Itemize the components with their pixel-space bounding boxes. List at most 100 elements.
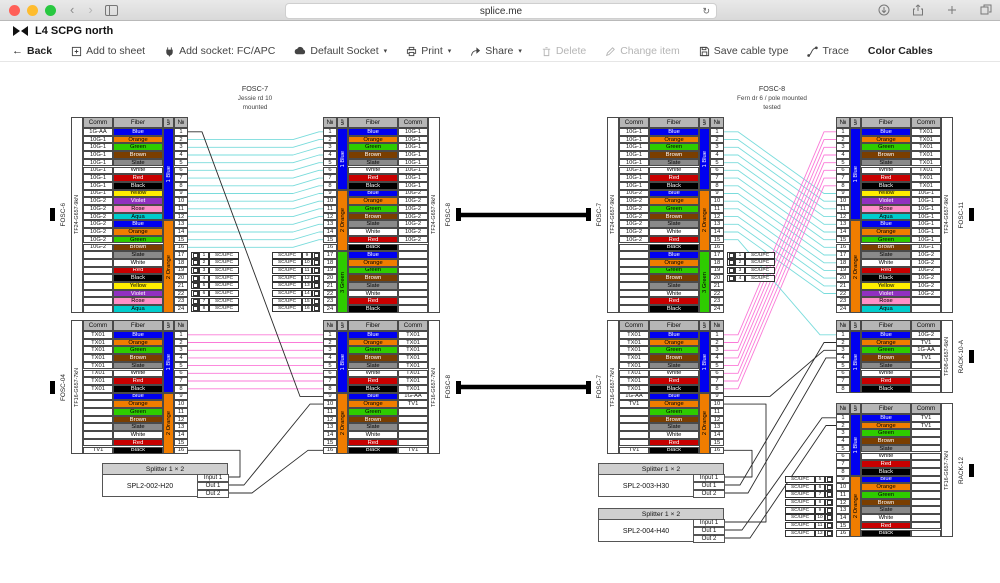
socket-type-label[interactable]: SC/UPC (785, 499, 815, 506)
fiber-cell[interactable]: Orange (113, 136, 163, 144)
fiber-cell[interactable]: Green (861, 236, 911, 244)
socket-icon[interactable] (191, 298, 199, 305)
socket-number[interactable]: 6 (815, 484, 825, 491)
fiber-connection[interactable] (188, 209, 323, 217)
fiber-cell[interactable]: White (348, 167, 398, 175)
fiber-cell[interactable]: Brown (649, 416, 699, 424)
fiber-cell[interactable]: Slate (861, 159, 911, 167)
comm-cell[interactable] (911, 453, 941, 461)
comm-cell[interactable]: 10G-2 (911, 282, 941, 290)
fiber-cell[interactable]: Green (348, 143, 398, 151)
fiber-cell[interactable]: Blue (861, 476, 911, 484)
socket-icon[interactable] (312, 282, 320, 289)
fiber-cell[interactable]: Brown (348, 416, 398, 424)
socket-icon[interactable] (825, 514, 833, 521)
comm-cell[interactable]: 10G-1 (83, 167, 113, 175)
comm-cell[interactable] (911, 491, 941, 499)
comm-cell[interactable]: 10G-1 (619, 136, 649, 144)
comm-cell[interactable]: TX01 (83, 370, 113, 378)
socket-number[interactable]: 11 (302, 267, 312, 274)
comm-cell[interactable] (83, 267, 113, 275)
fiber-cell[interactable]: Black (113, 447, 163, 455)
fiber-cell[interactable]: Blue (649, 190, 699, 198)
comm-cell[interactable]: TX01 (398, 370, 428, 378)
fiber-cell[interactable]: Black (113, 182, 163, 190)
comm-cell[interactable] (83, 251, 113, 259)
fiber-cell[interactable]: Black (113, 274, 163, 282)
comm-cell[interactable]: 10G-2 (911, 259, 941, 267)
socket-number[interactable]: 5 (815, 476, 825, 483)
fiber-cell[interactable]: Brown (649, 151, 699, 159)
fiber-cell[interactable]: Brown (348, 213, 398, 221)
fiber-cell[interactable]: Brown (113, 244, 163, 252)
browser-back-button[interactable]: ‹ (70, 0, 74, 20)
fiber-cell[interactable]: Green (348, 205, 398, 213)
comm-cell[interactable] (911, 522, 941, 530)
comm-cell[interactable]: TX01 (83, 362, 113, 370)
new-tab-icon[interactable] (946, 4, 958, 16)
fiber-cell[interactable]: Brown (113, 151, 163, 159)
comm-cell[interactable]: TX01 (83, 385, 113, 393)
fiber-cell[interactable]: Brown (348, 354, 398, 362)
comm-cell[interactable] (619, 244, 649, 252)
comm-cell[interactable]: 10G-1 (911, 228, 941, 236)
socket-icon[interactable] (191, 290, 199, 297)
socket-number[interactable]: 15 (302, 298, 312, 305)
comm-cell[interactable] (619, 259, 649, 267)
fiber-cell[interactable]: Slate (649, 362, 699, 370)
fiber-cell[interactable]: Brown (861, 354, 911, 362)
fiber-cell[interactable]: Black (348, 244, 398, 252)
comm-cell[interactable]: TX01 (619, 339, 649, 347)
trace-button[interactable]: Trace (807, 45, 848, 57)
socket-number[interactable]: 12 (302, 275, 312, 282)
comm-cell[interactable]: 10G-2 (619, 220, 649, 228)
comm-cell[interactable] (398, 251, 428, 259)
fiber-cell[interactable]: Red (861, 522, 911, 530)
comm-cell[interactable]: TV1 (911, 354, 941, 362)
fiber-cell[interactable]: Blue (861, 220, 911, 228)
comm-cell[interactable]: 10G-1 (619, 143, 649, 151)
comm-cell[interactable]: 10G-2 (83, 236, 113, 244)
comm-cell[interactable]: 10G-1 (398, 128, 428, 136)
splitter-port-out-2[interactable]: Out 2 (693, 535, 725, 543)
fiber-cell[interactable]: Blue (348, 190, 398, 198)
socket-number[interactable]: 14 (302, 290, 312, 297)
comm-cell[interactable]: TX01 (619, 370, 649, 378)
socket-icon[interactable] (312, 275, 320, 282)
fiber-cell[interactable]: Red (113, 267, 163, 275)
comm-cell[interactable]: TV1 (911, 339, 941, 347)
comm-cell[interactable]: 10G-1 (83, 151, 113, 159)
fiber-cell[interactable]: Red (649, 236, 699, 244)
comm-cell[interactable] (911, 514, 941, 522)
share-button[interactable]: Share▾ (470, 45, 522, 57)
fiber-cell[interactable]: Green (348, 346, 398, 354)
comm-cell[interactable] (398, 297, 428, 305)
comm-cell[interactable] (911, 468, 941, 476)
socket-type-label[interactable]: SC/UPC (272, 298, 302, 305)
fiber-cell[interactable]: Green (348, 267, 398, 275)
comm-cell[interactable] (398, 431, 428, 439)
socket-number[interactable]: 7 (199, 298, 209, 305)
comm-cell[interactable]: 10G-2 (619, 190, 649, 198)
fiber-cell[interactable]: Brown (861, 244, 911, 252)
splitter-port-input-1[interactable]: Input 1 (197, 474, 229, 482)
socket-type-label[interactable]: SC/UPC (745, 275, 775, 282)
fiber-cell[interactable]: Orange (649, 197, 699, 205)
socket-number[interactable]: 2 (199, 259, 209, 266)
comm-cell[interactable]: 10G-1 (911, 205, 941, 213)
fiber-cell[interactable]: Slate (861, 362, 911, 370)
socket-type-label[interactable]: SC/UPC (785, 522, 815, 529)
comm-cell[interactable]: 10G-2 (911, 251, 941, 259)
fiber-cell[interactable]: Yellow (113, 190, 163, 198)
socket-number[interactable]: 13 (302, 282, 312, 289)
comm-cell[interactable]: 10G-1 (398, 174, 428, 182)
comm-cell[interactable] (83, 282, 113, 290)
fiber-cell[interactable]: Slate (348, 362, 398, 370)
fiber-cell[interactable]: Green (861, 491, 911, 499)
fiber-connection[interactable] (188, 140, 323, 148)
comm-cell[interactable] (911, 506, 941, 514)
socket-number[interactable]: 3 (735, 267, 745, 274)
comm-cell[interactable]: 10G-1 (398, 182, 428, 190)
comm-cell[interactable] (83, 400, 113, 408)
comm-cell[interactable]: 10G-2 (83, 244, 113, 252)
